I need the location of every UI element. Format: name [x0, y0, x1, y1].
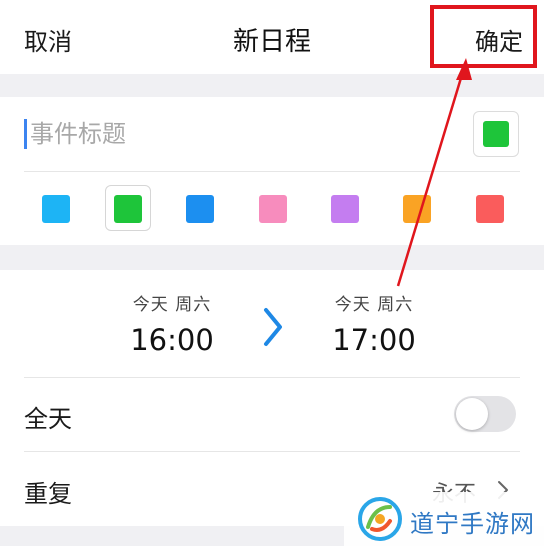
event-title-card [0, 97, 544, 245]
navigation-bar: 取消 新日程 确定 [0, 0, 544, 74]
site-logo-icon [358, 497, 402, 541]
color-swatch-green[interactable] [114, 195, 142, 223]
watermark: 道宁手游网 [344, 492, 544, 546]
divider [24, 171, 520, 172]
color-swatch-cyan[interactable] [42, 195, 70, 223]
color-swatch-blue[interactable] [186, 195, 214, 223]
color-swatch-purple[interactable] [331, 195, 359, 223]
color-swatch-red[interactable] [476, 195, 504, 223]
watermark-text: 道宁手游网 [410, 510, 535, 538]
annotation-highlight-box [430, 5, 537, 68]
start-day-label: 今天 周六 [132, 295, 212, 315]
end-time-value: 17:00 [332, 323, 416, 357]
color-swatch-orange[interactable] [403, 195, 431, 223]
event-options-card: 今天 周六 16:00 今天 周六 17:00 全天 重复 永不 [0, 270, 544, 526]
selected-color-button[interactable] [473, 111, 519, 157]
start-time-picker[interactable]: 今天 周六 16:00 [118, 290, 226, 357]
start-time-value: 16:00 [130, 323, 214, 357]
repeat-label: 重复 [24, 480, 72, 508]
toggle-knob [456, 398, 488, 430]
color-swatch-pink[interactable] [259, 195, 287, 223]
end-day-label: 今天 周六 [334, 295, 414, 315]
selected-color-indicator [483, 121, 509, 147]
divider [24, 451, 520, 452]
chevron-right-icon [264, 308, 282, 346]
all-day-toggle[interactable] [454, 396, 516, 432]
new-event-screen: 取消 新日程 确定 今天 周六 16:00 今天 周六 17:00 [0, 0, 544, 546]
end-time-picker[interactable]: 今天 周六 17:00 [320, 290, 428, 357]
all-day-label: 全天 [24, 405, 72, 433]
divider [24, 377, 520, 378]
event-title-input[interactable] [24, 117, 450, 151]
